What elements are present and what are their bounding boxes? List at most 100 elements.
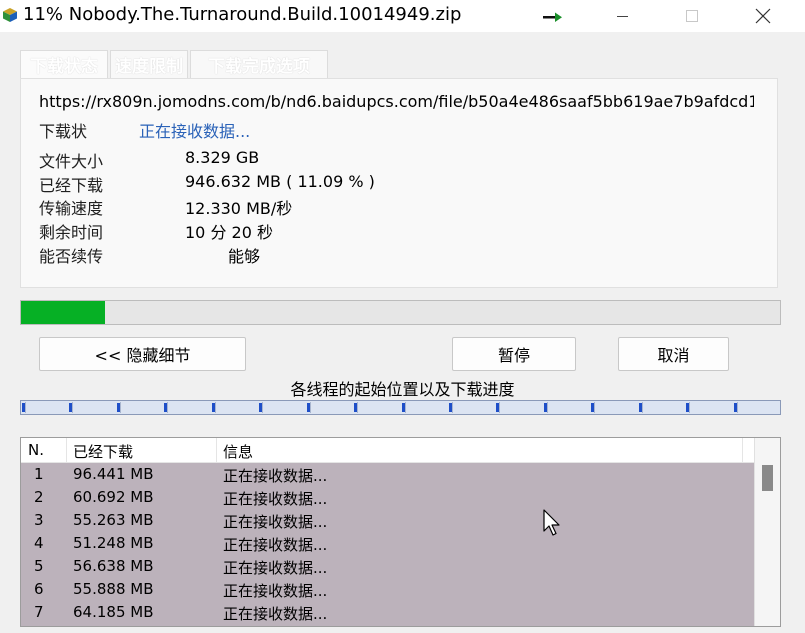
thread-segment-boundary [405,402,406,413]
tab-speed-limit[interactable]: 速度限制 [110,50,188,78]
column-header-info[interactable]: 信息 [223,441,253,462]
resume-label: 能否续传 [39,247,104,266]
thread-progress-marker [449,403,452,412]
close-button[interactable] [740,0,786,32]
list-row[interactable]: 4 51.248 MB 正在接收数据... [21,532,754,555]
thread-segment-boundary [120,402,121,413]
list-row[interactable]: 2 60.692 MB 正在接收数据... [21,486,754,509]
thread-segment-boundary [167,402,168,413]
mouse-cursor-icon [543,509,560,536]
thread-segment-boundary [310,402,311,413]
row-info: 正在接收数据... [223,467,328,485]
column-divider[interactable] [216,438,217,463]
status-panel: https://rx809n.jomodns.com/b/nd6.baidupc… [20,78,778,288]
remaining-time-label: 剩余时间 [39,223,104,242]
connections-list[interactable]: N. 已经下载 信息 1 96.441 MB 正在接收数据... 2 60.69… [20,437,781,627]
thread-progress-marker [354,403,357,412]
scrollbar-thumb[interactable] [762,465,773,491]
thread-progress-marker [734,403,737,412]
thread-progress-marker [259,403,262,412]
list-row[interactable]: 5 56.638 MB 正在接收数据... [21,555,754,578]
speed-value: 12.330 MB/秒 [185,199,293,218]
window-title: 11% Nobody.The.Turnaround.Build.10014949… [23,4,462,25]
thread-progress-marker [164,403,167,412]
progress-fill [21,301,106,324]
close-icon [755,8,771,24]
list-row[interactable]: 7 64.185 MB 正在接收数据... [21,601,754,624]
vertical-scrollbar[interactable] [754,438,780,626]
thread-progress-caption: 各线程的起始位置以及下载进度 [290,380,515,399]
row-number: 5 [34,557,44,575]
thread-segment-boundary [452,402,453,413]
column-header-downloaded[interactable]: 已经下载 [73,441,133,462]
row-info: 正在接收数据... [223,559,328,577]
file-size-label: 文件大小 [39,152,104,171]
tab-completion-options[interactable]: 下载完成选项 [190,50,328,78]
row-info: 正在接收数据... [223,582,328,600]
row-info: 正在接收数据... [223,605,328,623]
row-number: 3 [34,511,44,529]
column-header-number[interactable]: N. [28,441,44,459]
row-number: 4 [34,534,44,552]
thread-progress-marker [544,403,547,412]
row-number: 6 [34,580,44,598]
list-header: N. 已经下载 信息 [21,438,754,463]
state-label: 下载状 [39,122,88,141]
minimize-icon [617,16,628,17]
thread-progress-marker [686,403,689,412]
thread-progress-marker [69,403,72,412]
minimize-button[interactable] [600,0,646,32]
column-divider[interactable] [66,438,67,463]
downloaded-value: 946.632 MB ( 11.09 % ) [185,172,375,191]
thread-segment-boundary [215,402,216,413]
thread-segment-boundary [262,402,263,413]
row-info: 正在接收数据... [223,490,328,508]
thread-segment-boundary [547,402,548,413]
pause-button[interactable]: 暂停 [452,337,576,371]
resume-value: 能够 [228,247,261,266]
thread-progress-marker [639,403,642,412]
thread-progress-marker [212,403,215,412]
row-number: 2 [34,488,44,506]
row-downloaded: 64.185 MB [73,603,154,621]
hide-details-button[interactable]: << 隐藏细节 [39,337,246,371]
thread-segment-boundary [689,402,690,413]
thread-progress-marker [496,403,499,412]
row-downloaded: 55.888 MB [73,580,154,598]
cancel-button[interactable]: 取消 [618,337,729,371]
thread-progress-marker [591,403,594,412]
thread-segment-boundary [357,402,358,413]
row-downloaded: 96.441 MB [73,465,154,483]
row-info: 正在接收数据... [223,513,328,531]
tab-download-status[interactable]: 下载状态 [20,50,108,78]
thread-segment-boundary [737,402,738,413]
row-downloaded: 51.248 MB [73,534,154,552]
thread-segment-boundary [25,402,26,413]
list-row[interactable]: 6 55.888 MB 正在接收数据... [21,578,754,601]
thread-progress-marker [307,403,310,412]
thread-progress-marker [22,403,25,412]
thread-segment-boundary [499,402,500,413]
maximize-icon [686,10,698,22]
download-progress-bar [20,300,781,325]
remaining-time-value: 10 分 20 秒 [185,223,273,242]
downloaded-label: 已经下载 [39,176,104,195]
title-bar[interactable]: 11% Nobody.The.Turnaround.Build.10014949… [0,0,805,32]
list-row[interactable]: 1 96.441 MB 正在接收数据... [21,463,754,486]
list-row[interactable]: 3 55.263 MB 正在接收数据... [21,509,754,532]
list-body: 1 96.441 MB 正在接收数据... 2 60.692 MB 正在接收数据… [21,463,754,626]
thread-segment-boundary [642,402,643,413]
row-downloaded: 60.692 MB [73,488,154,506]
state-value: 正在接收数据... [139,122,251,141]
thread-progress-bar [20,400,781,415]
maximize-button[interactable] [669,0,715,32]
row-info: 正在接收数据... [223,536,328,554]
row-downloaded: 56.638 MB [73,557,154,575]
thread-segment-boundary [72,402,73,413]
thread-progress-marker [117,403,120,412]
arrow-right-icon [543,12,562,22]
row-downloaded: 55.263 MB [73,511,154,529]
row-number: 7 [34,603,44,621]
thread-segment-boundary [594,402,595,413]
column-divider[interactable] [742,438,743,463]
